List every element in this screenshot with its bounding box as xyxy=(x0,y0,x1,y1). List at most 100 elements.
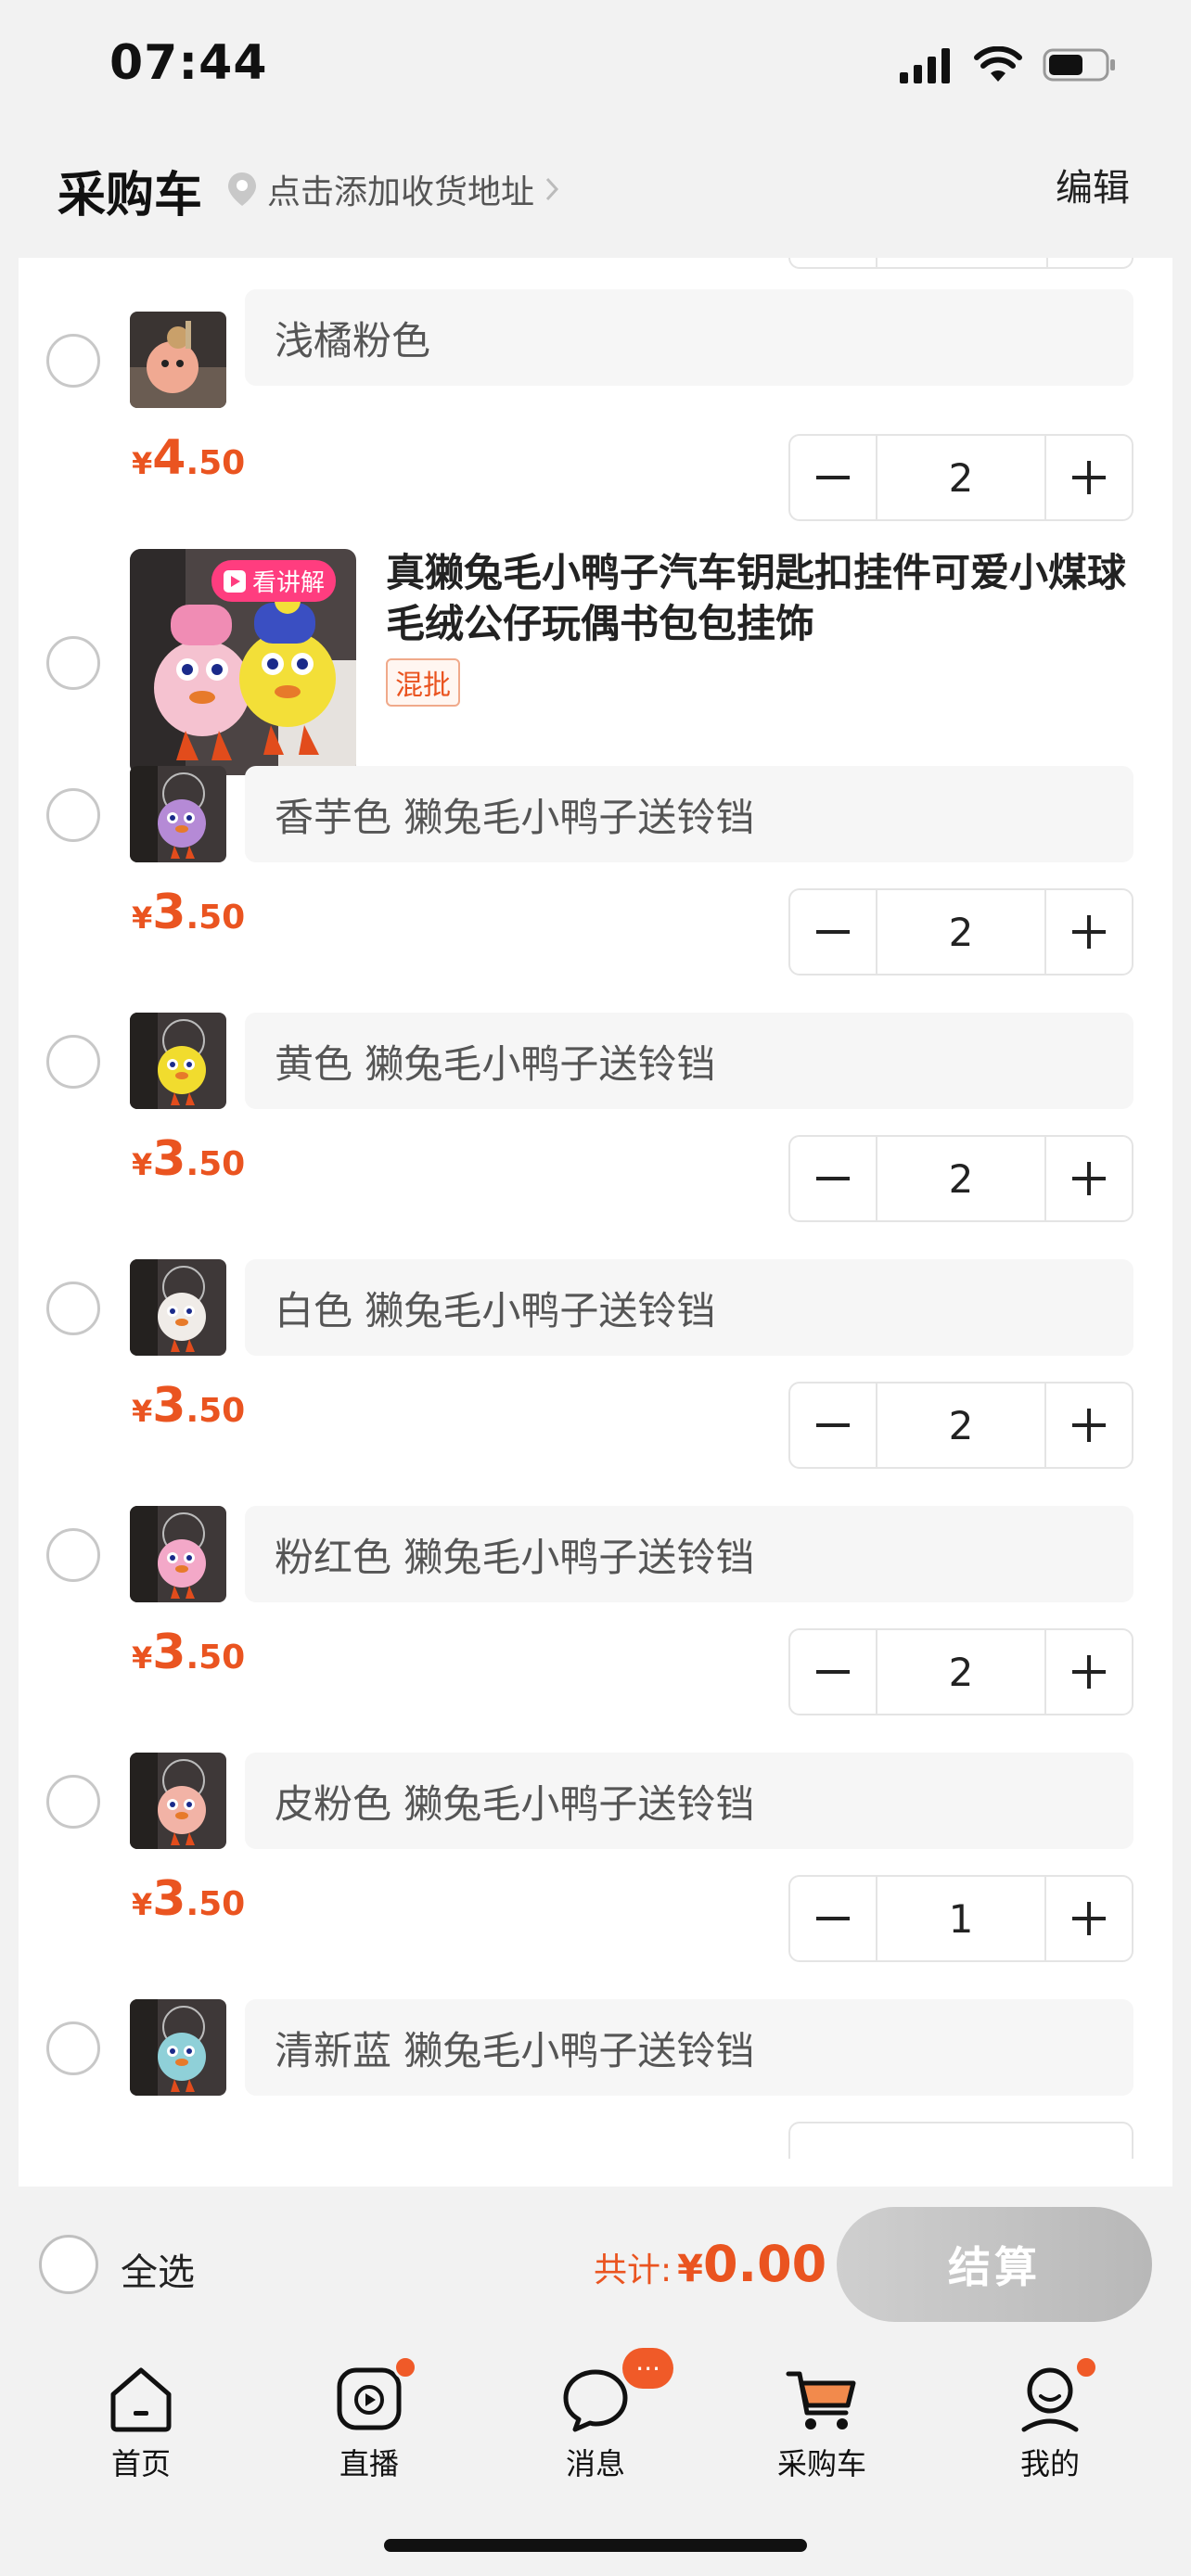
variant-thumbnail[interactable] xyxy=(130,1999,226,2096)
add-address-link[interactable]: 点击添加收货地址 xyxy=(226,165,560,213)
wifi-icon xyxy=(974,46,1022,82)
item-thumbnail[interactable] xyxy=(130,312,226,408)
tab-messages[interactable]: ··· 消息 xyxy=(521,2348,673,2483)
duck-image-icon xyxy=(130,1506,226,1602)
select-all-label[interactable]: 全选 xyxy=(121,2242,195,2296)
status-time: 07:44 xyxy=(109,35,268,91)
tab-live[interactable]: 直播 xyxy=(295,2355,443,2483)
increase-button[interactable] xyxy=(1046,1384,1132,1467)
decrease-button[interactable] xyxy=(790,1384,876,1467)
variant-selector[interactable]: 浅橘粉色 xyxy=(245,289,1133,386)
stepper-partial xyxy=(788,258,1133,269)
play-icon xyxy=(224,569,246,593)
variant-thumbnail[interactable] xyxy=(130,1506,226,1602)
product-image[interactable]: 看讲解 xyxy=(130,549,356,775)
product-checkbox[interactable] xyxy=(46,636,100,690)
variant-label: 皮粉色 獭兔毛小鸭子送铃铛 xyxy=(275,1780,755,1827)
variant-price: ¥3.50 xyxy=(132,1871,246,1927)
header: 采购车 点击添加收货地址 编辑 xyxy=(0,130,1191,260)
variant-selector[interactable]: 白色 獭兔毛小鸭子送铃铛 xyxy=(245,1259,1133,1356)
quantity-value[interactable]: 2 xyxy=(876,1384,1046,1467)
increase-button[interactable] xyxy=(1046,890,1132,974)
duck-image-icon xyxy=(130,1013,226,1109)
minus-icon xyxy=(816,930,850,934)
cart-list: 浅橘粉色 ¥4.50 2 看讲解 真獭兔毛小鸭子汽车钥匙扣挂件可爱小煤球毛绒公仔… xyxy=(19,258,1172,2187)
increase-button[interactable] xyxy=(1046,1137,1132,1220)
item-checkbox[interactable] xyxy=(46,334,100,388)
duck-image-icon xyxy=(130,1259,226,1356)
message-icon xyxy=(563,2369,628,2432)
increase-button[interactable] xyxy=(1046,1877,1132,1960)
increase-button[interactable] xyxy=(1046,436,1132,519)
decrease-button[interactable] xyxy=(790,1137,876,1220)
checkout-button[interactable]: 结算 xyxy=(837,2207,1152,2322)
variant-checkbox[interactable] xyxy=(46,1035,100,1089)
variant-thumbnail[interactable] xyxy=(130,1013,226,1109)
plus-icon xyxy=(1072,1409,1106,1442)
variant-checkbox[interactable] xyxy=(46,1282,100,1335)
minus-icon xyxy=(816,1917,850,1920)
minus-icon xyxy=(816,1177,850,1180)
live-explain-badge[interactable]: 看讲解 xyxy=(211,560,337,602)
variant-selector[interactable]: 皮粉色 獭兔毛小鸭子送铃铛 xyxy=(245,1753,1133,1849)
duck-image-icon xyxy=(130,1999,226,2096)
variant-label: 清新蓝 獭兔毛小鸭子送铃铛 xyxy=(275,2027,755,2073)
variant-thumbnail[interactable] xyxy=(130,1753,226,1849)
plus-icon xyxy=(1072,1655,1106,1689)
select-all-checkbox[interactable] xyxy=(39,2235,98,2294)
plus-icon xyxy=(1072,1162,1106,1195)
quantity-stepper[interactable]: 2 xyxy=(788,1382,1133,1469)
item-price: ¥4.50 xyxy=(132,430,246,486)
variant-thumbnail[interactable] xyxy=(130,1259,226,1356)
quantity-stepper[interactable]: 2 xyxy=(788,1135,1133,1222)
variant-checkbox[interactable] xyxy=(46,788,100,842)
quantity-stepper[interactable]: 2 xyxy=(788,888,1133,976)
variant-price: ¥3.50 xyxy=(132,1378,246,1434)
variant-checkbox[interactable] xyxy=(46,1775,100,1829)
variant-checkbox[interactable] xyxy=(46,1528,100,1582)
quantity-stepper[interactable]: 1 xyxy=(788,1875,1133,1962)
duck-image-icon xyxy=(130,312,226,408)
quantity-value[interactable]: 2 xyxy=(876,1630,1046,1714)
tab-cart[interactable]: 采购车 xyxy=(748,2361,896,2483)
cellular-signal-icon xyxy=(900,48,950,83)
quantity-value[interactable]: 2 xyxy=(876,1137,1046,1220)
variant-selector[interactable]: 黄色 獭兔毛小鸭子送铃铛 xyxy=(245,1013,1133,1109)
quantity-value[interactable]: 1 xyxy=(876,1877,1046,1960)
plus-icon xyxy=(1072,1902,1106,1935)
chevron-right-icon xyxy=(545,177,559,201)
page-title: 采购车 xyxy=(58,168,203,223)
decrease-button[interactable] xyxy=(790,1630,876,1714)
edit-button[interactable]: 编辑 xyxy=(1056,158,1130,211)
home-indicator[interactable] xyxy=(384,2539,807,2552)
variant-selector[interactable]: 香芋色 獭兔毛小鸭子送铃铛 xyxy=(245,766,1133,862)
location-pin-icon xyxy=(228,172,256,206)
decrease-button[interactable] xyxy=(790,1877,876,1960)
battery-icon xyxy=(1043,48,1115,82)
total-currency: ¥ xyxy=(677,2248,703,2290)
variant-label: 浅橘粉色 xyxy=(275,317,431,363)
status-icons xyxy=(898,46,1117,83)
tab-profile[interactable]: 我的 xyxy=(976,2355,1124,2483)
cart-icon xyxy=(786,2371,856,2429)
quantity-value[interactable]: 2 xyxy=(876,436,1046,519)
tab-home[interactable]: 首页 xyxy=(67,2361,215,2483)
decrease-button[interactable] xyxy=(790,890,876,974)
variant-price: ¥3.50 xyxy=(132,1625,246,1680)
variant-selector[interactable]: 清新蓝 獭兔毛小鸭子送铃铛 xyxy=(245,1999,1133,2096)
plus-icon xyxy=(1072,461,1106,494)
variant-label: 香芋色 獭兔毛小鸭子送铃铛 xyxy=(275,794,755,840)
variant-checkbox[interactable] xyxy=(46,2021,100,2075)
variant-thumbnail[interactable] xyxy=(130,766,226,862)
increase-button[interactable] xyxy=(1046,1630,1132,1714)
decrease-button[interactable] xyxy=(790,436,876,519)
variant-selector[interactable]: 粉红色 獭兔毛小鸭子送铃铛 xyxy=(245,1506,1133,1602)
profile-notification-dot xyxy=(1074,2355,1098,2379)
product-title[interactable]: 真獭兔毛小鸭子汽车钥匙扣挂件可爱小煤球毛绒公仔玩偶书包包挂饰 xyxy=(386,547,1137,650)
variant-price: ¥3.50 xyxy=(132,885,246,940)
quantity-value[interactable]: 2 xyxy=(876,890,1046,974)
quantity-stepper[interactable]: 2 xyxy=(788,1628,1133,1715)
quantity-stepper[interactable]: 2 xyxy=(788,434,1133,521)
variant-label: 白色 獭兔毛小鸭子送铃铛 xyxy=(275,1287,716,1333)
minus-icon xyxy=(816,1423,850,1427)
